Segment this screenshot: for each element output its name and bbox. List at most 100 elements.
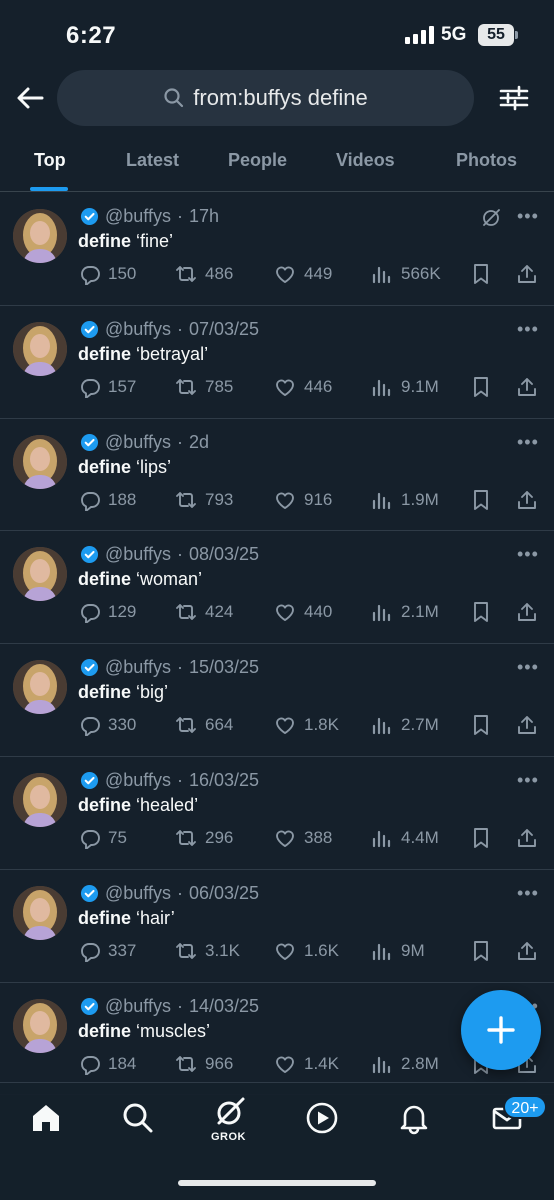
views-button[interactable]: 2.1M xyxy=(371,601,439,623)
share-button[interactable] xyxy=(516,489,538,511)
reply-button[interactable]: 330 xyxy=(78,714,136,737)
notifications-bell-icon[interactable] xyxy=(397,1101,431,1135)
more-options-icon[interactable]: ••• xyxy=(517,319,539,340)
tweet-row[interactable]: @buffys · 06/03/25 ••• define ‘hair’ 337 3.1K 1… xyxy=(0,870,554,983)
network-label: 5G xyxy=(441,24,467,45)
like-button[interactable]: 449 xyxy=(274,263,332,285)
share-button[interactable] xyxy=(516,263,538,285)
share-icon xyxy=(518,716,536,735)
views-chart-icon xyxy=(372,943,391,960)
tweet-header: @buffys · 07/03/25 xyxy=(80,319,259,340)
tweet-row[interactable]: @buffys · 15/03/25 ••• define ‘big’ 330 664 1.8… xyxy=(0,644,554,757)
views-button[interactable]: 2.8M xyxy=(371,1053,439,1075)
like-button[interactable]: 446 xyxy=(274,376,332,398)
more-options-icon[interactable]: ••• xyxy=(517,657,539,678)
views-button[interactable]: 2.7M xyxy=(371,714,439,736)
tweet-handle[interactable]: @buffys xyxy=(105,206,171,227)
compose-button[interactable] xyxy=(461,990,541,1070)
avatar[interactable] xyxy=(13,209,67,263)
like-count: 916 xyxy=(304,489,333,509)
more-options-icon[interactable]: ••• xyxy=(517,432,539,453)
repost-button[interactable]: 296 xyxy=(175,827,233,849)
share-button[interactable] xyxy=(516,601,538,623)
views-button[interactable]: 566K xyxy=(371,263,441,285)
like-button[interactable]: 1.6K xyxy=(274,940,339,962)
like-button[interactable]: 1.8K xyxy=(274,714,339,736)
views-button[interactable]: 1.9M xyxy=(371,489,439,511)
more-options-icon[interactable]: ••• xyxy=(517,544,539,565)
tab-latest[interactable]: Latest xyxy=(126,150,179,171)
tweet-handle[interactable]: @buffys xyxy=(105,657,171,678)
bookmark-button[interactable] xyxy=(470,940,492,962)
reply-count: 337 xyxy=(108,940,137,960)
reply-button[interactable]: 184 xyxy=(78,1053,136,1075)
bookmark-button[interactable] xyxy=(470,714,492,736)
like-button[interactable]: 1.4K xyxy=(274,1053,339,1075)
reply-button[interactable]: 75 xyxy=(78,827,127,849)
grok-icon[interactable] xyxy=(213,1095,247,1129)
more-options-icon[interactable]: ••• xyxy=(517,883,539,904)
repost-button[interactable]: 785 xyxy=(175,376,233,398)
reply-button[interactable]: 337 xyxy=(78,940,136,962)
tweet-handle[interactable]: @buffys xyxy=(105,544,171,565)
reply-button[interactable]: 188 xyxy=(78,489,136,511)
views-button[interactable]: 4.4M xyxy=(371,827,439,849)
avatar[interactable] xyxy=(13,772,67,827)
avatar[interactable] xyxy=(13,321,67,376)
search-tabs: Top Latest People Videos Photos xyxy=(0,132,554,192)
repost-button[interactable]: 486 xyxy=(175,263,233,285)
bookmark-button[interactable] xyxy=(470,489,492,511)
home-icon[interactable] xyxy=(29,1101,63,1135)
repost-button[interactable]: 3.1K xyxy=(175,940,240,962)
tweet-handle[interactable]: @buffys xyxy=(105,432,171,453)
avatar[interactable] xyxy=(13,434,67,489)
share-button[interactable] xyxy=(516,940,538,962)
view-count: 4.4M xyxy=(401,827,439,847)
tweet-handle[interactable]: @buffys xyxy=(105,996,171,1017)
reply-button[interactable]: 150 xyxy=(78,263,136,285)
views-button[interactable]: 9M xyxy=(371,940,425,962)
bookmark-button[interactable] xyxy=(470,376,492,398)
tweet-row[interactable]: @buffys · 08/03/25 ••• define ‘woman’ 129 424 4… xyxy=(0,531,554,645)
bookmark-button[interactable] xyxy=(470,263,492,285)
more-options-icon[interactable]: ••• xyxy=(517,206,539,227)
search-input[interactable]: from:buffys define xyxy=(57,70,474,126)
share-button[interactable] xyxy=(516,714,538,736)
bookmark-button[interactable] xyxy=(470,827,492,849)
share-button[interactable] xyxy=(516,376,538,398)
reply-button[interactable]: 157 xyxy=(78,376,136,398)
like-button[interactable]: 388 xyxy=(274,827,332,849)
grok-explain-icon[interactable] xyxy=(480,206,502,228)
repost-button[interactable]: 424 xyxy=(175,601,233,623)
reply-button[interactable]: 129 xyxy=(78,601,136,624)
tweet-row[interactable]: @buffys · 17h ••• define ‘fine’ 150 486 449 566K xyxy=(0,193,554,306)
avatar[interactable] xyxy=(13,660,67,715)
more-options-icon[interactable]: ••• xyxy=(517,770,539,791)
tweet-row[interactable]: @buffys · 2d ••• define ‘lips’ 188 793 916 1.9M xyxy=(0,419,554,532)
views-button[interactable]: 9.1M xyxy=(371,376,439,398)
filter-sliders-icon[interactable] xyxy=(498,82,530,114)
heart-icon xyxy=(276,830,294,847)
tab-videos[interactable]: Videos xyxy=(336,150,395,171)
avatar[interactable] xyxy=(13,998,67,1053)
repost-button[interactable]: 664 xyxy=(175,714,233,736)
tweet-handle[interactable]: @buffys xyxy=(105,883,171,904)
tweet-handle[interactable]: @buffys xyxy=(105,319,171,340)
avatar[interactable] xyxy=(13,885,67,940)
like-button[interactable]: 440 xyxy=(274,601,332,623)
tweet-row[interactable]: @buffys · 07/03/25 ••• define ‘betrayal’ 157 7… xyxy=(0,306,554,419)
repost-button[interactable]: 966 xyxy=(175,1053,233,1075)
repost-button[interactable]: 793 xyxy=(175,489,233,511)
tab-people[interactable]: People xyxy=(228,150,287,171)
back-arrow-icon[interactable] xyxy=(14,82,46,114)
share-button[interactable] xyxy=(516,827,538,849)
search-nav-icon[interactable] xyxy=(121,1101,155,1135)
tab-top[interactable]: Top xyxy=(34,150,66,171)
tab-photos[interactable]: Photos xyxy=(456,150,517,171)
tweet-handle[interactable]: @buffys xyxy=(105,770,171,791)
bookmark-button[interactable] xyxy=(470,601,492,623)
avatar[interactable] xyxy=(13,547,67,602)
video-play-icon[interactable] xyxy=(305,1101,339,1135)
tweet-row[interactable]: @buffys · 16/03/25 ••• define ‘healed’ 75 296 3… xyxy=(0,757,554,870)
like-button[interactable]: 916 xyxy=(274,489,332,511)
